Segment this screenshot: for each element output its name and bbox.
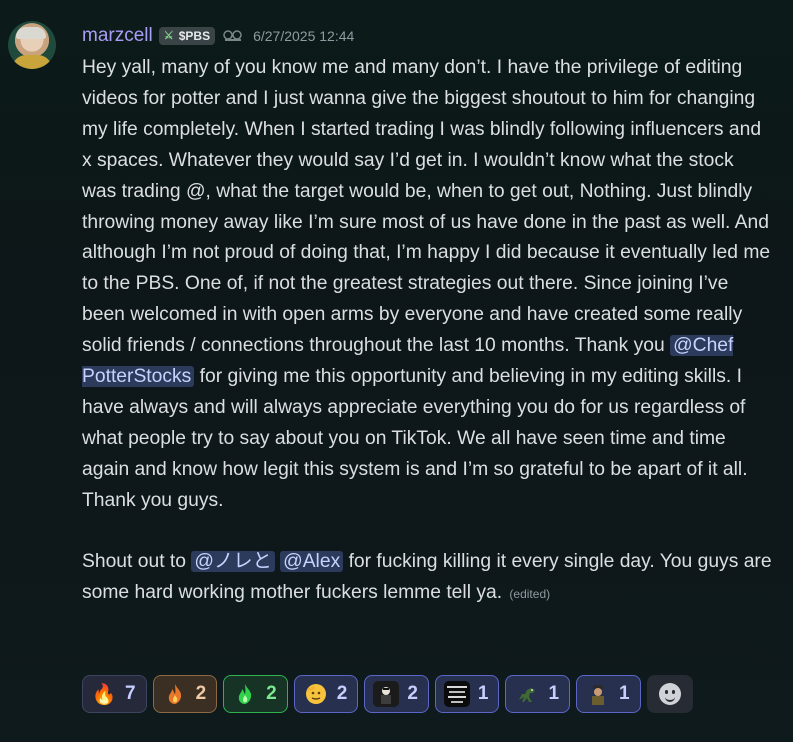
- chat-message: marzcell ⚔ $PBS 6/27/2025 12:44 Hey yall…: [0, 0, 793, 742]
- edited-label: (edited): [509, 587, 551, 602]
- badge-icon[interactable]: [223, 30, 245, 42]
- message-paragraph: Hey yall, many of you know me and many d…: [82, 53, 772, 517]
- username[interactable]: marzcell: [82, 25, 153, 47]
- fire-emoji-icon: 🔥: [91, 682, 117, 706]
- dinosaur-emoji-icon: [514, 681, 540, 707]
- reaction-trading-club[interactable]: 1: [434, 675, 500, 713]
- reaction-count: 1: [548, 683, 560, 704]
- sword-icon: ⚔: [163, 30, 174, 42]
- reaction-fire[interactable]: 🔥 7: [82, 675, 147, 713]
- reaction-count: 1: [619, 683, 630, 704]
- message-header: marzcell ⚔ $PBS 6/27/2025 12:44: [82, 24, 354, 48]
- cap-character-emoji-icon: [585, 681, 611, 707]
- avatar[interactable]: [8, 21, 56, 69]
- message-text: for giving me this opportunity and belie…: [82, 366, 748, 511]
- message-content: Hey yall, many of you know me and many d…: [82, 53, 772, 610]
- reaction-green-flame[interactable]: 2: [223, 675, 288, 713]
- reaction-count: 2: [266, 683, 277, 704]
- reaction-character[interactable]: 2: [364, 675, 429, 713]
- reaction-dinosaur[interactable]: 1: [505, 675, 571, 713]
- trading-club-emoji-icon: [443, 681, 470, 707]
- green-flame-emoji-icon: [232, 681, 258, 707]
- reaction-count: 1: [477, 683, 489, 704]
- mention-user[interactable]: @ノレと: [191, 551, 275, 573]
- avatar-shirt: [12, 55, 52, 69]
- message-paragraph: Shout out to @ノレと @Alex for fucking kill…: [82, 547, 772, 610]
- mention-alex[interactable]: @Alex: [280, 551, 344, 573]
- add-reaction-button[interactable]: [646, 675, 693, 713]
- message-text: Shout out to: [82, 551, 192, 573]
- timestamp[interactable]: 6/27/2025 12:44: [253, 28, 354, 44]
- reaction-orange-flame[interactable]: 2: [152, 675, 218, 713]
- saluting-face-emoji-icon: [303, 681, 329, 707]
- reaction-count: 2: [336, 683, 348, 704]
- message-text: Hey yall, many of you know me and many d…: [82, 57, 771, 357]
- reaction-cap-character[interactable]: 1: [576, 675, 641, 713]
- reaction-count: 7: [125, 683, 136, 704]
- reaction-saluting-face[interactable]: 2: [293, 675, 359, 713]
- orange-flame-emoji-icon: [162, 681, 188, 707]
- avatar-cap: [16, 27, 46, 39]
- reaction-count: 2: [195, 683, 207, 704]
- reaction-count: 2: [407, 683, 418, 704]
- server-tag-label: $PBS: [178, 29, 211, 43]
- character-emoji-icon: [373, 681, 400, 707]
- smiley-icon: [658, 683, 681, 705]
- server-tag[interactable]: ⚔ $PBS: [158, 27, 216, 45]
- reactions-bar: 🔥 7 2 2 2 2 1 1 1: [82, 675, 693, 713]
